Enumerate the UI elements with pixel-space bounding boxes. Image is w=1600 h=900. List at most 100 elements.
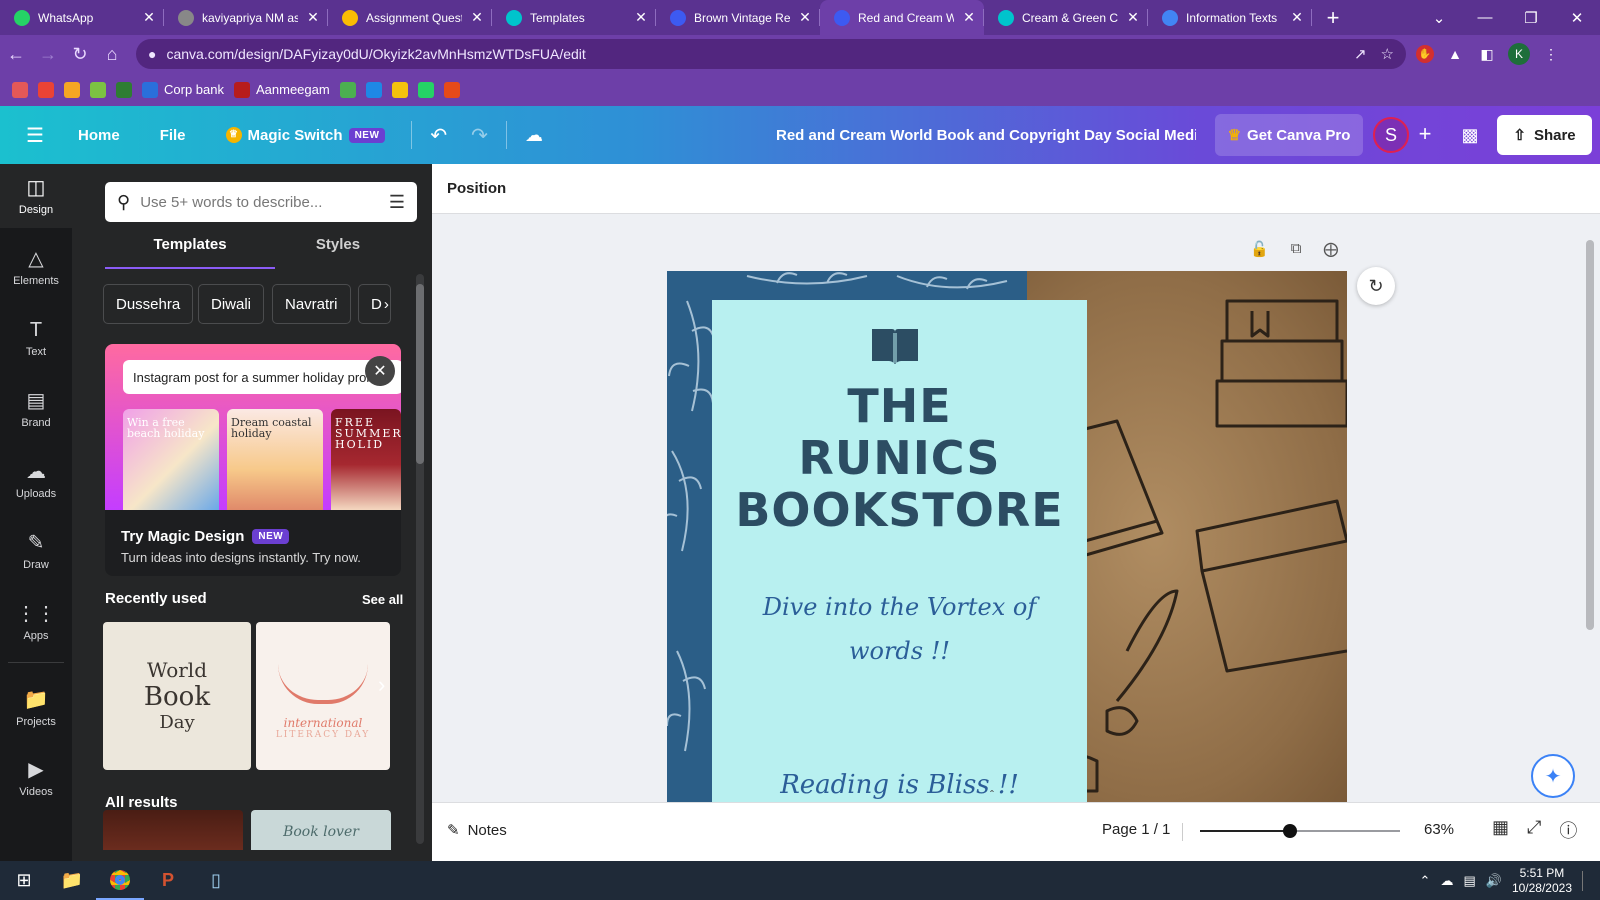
scroll-thumb[interactable] [1586, 240, 1594, 630]
bookmark-item[interactable] [365, 81, 382, 98]
rail-item-draw[interactable]: ✎ Draw [0, 519, 72, 583]
powerpoint-icon[interactable]: P [144, 861, 192, 900]
notifications-icon[interactable] [1582, 870, 1588, 891]
site-info-icon[interactable]: ● [148, 46, 156, 62]
close-tab-icon[interactable]: ✕ [470, 9, 484, 26]
canvas-scrollbar[interactable] [1584, 224, 1594, 794]
notes-button[interactable]: ✎ Notes [447, 821, 507, 840]
bookmark-item[interactable] [12, 81, 28, 98]
get-canva-pro-button[interactable]: ♕ Get Canva Pro [1215, 114, 1363, 156]
chrome-icon[interactable] [96, 861, 144, 900]
bookmark-item[interactable] [391, 81, 408, 98]
close-tab-icon[interactable]: ✕ [306, 9, 320, 26]
browser-tab[interactable]: Information Texts ✕ [1148, 0, 1312, 35]
windows-start-icon[interactable]: ⊞ [0, 861, 48, 900]
volume-icon[interactable]: 🔊 [1486, 873, 1502, 889]
rail-item-videos[interactable]: ▶ Videos [0, 746, 72, 810]
see-all-link[interactable]: See all [362, 592, 403, 607]
close-tab-icon[interactable]: ✕ [634, 9, 648, 26]
headline[interactable]: THE RUNICS BOOKSTORE [712, 380, 1087, 536]
network-icon[interactable]: ▤ [1463, 873, 1475, 889]
browser-tab[interactable]: Assignment Quest ✕ [328, 0, 492, 35]
home-icon[interactable]: ⌂ [96, 44, 128, 65]
close-tab-icon[interactable]: ✕ [1290, 9, 1304, 26]
filter-sliders-icon[interactable]: ☰ [389, 192, 405, 213]
grid-view-icon[interactable]: ▦ [1492, 817, 1509, 843]
bookmark-item[interactable]: Corp bank [142, 81, 224, 98]
result-thumb[interactable]: Book lover [251, 810, 391, 850]
rail-item-text[interactable]: T Text [0, 306, 72, 370]
chip-more[interactable]: D › [358, 284, 391, 324]
cloud-saved-icon[interactable]: ☁ [525, 125, 543, 146]
add-collaborator-icon[interactable]: + [1412, 121, 1438, 147]
bookmark-star-icon[interactable]: ☆ [1381, 45, 1394, 63]
extension-icon[interactable]: ✋ [1416, 45, 1434, 63]
position-button[interactable]: Position [447, 180, 506, 197]
secondary-tagline[interactable]: Reading is Bliss !! [752, 770, 1047, 800]
fullscreen-icon[interactable]: ⤢ [1527, 817, 1541, 843]
scroll-thumb[interactable] [416, 284, 424, 464]
window-close-icon[interactable]: ✕ [1554, 9, 1600, 27]
bookmark-item[interactable]: Aanmeegam [233, 81, 330, 98]
bookmark-item[interactable] [443, 81, 460, 98]
clock[interactable]: 5:51 PM 10/28/2023 [1512, 866, 1572, 896]
close-tab-icon[interactable]: ✕ [1126, 9, 1140, 26]
text-card[interactable]: THE RUNICS BOOKSTORE Dive into the Vorte… [712, 300, 1087, 802]
close-tab-icon[interactable]: ✕ [962, 9, 976, 26]
bookmark-item[interactable] [339, 81, 356, 98]
onedrive-cloud-icon[interactable]: ☁ [1440, 873, 1453, 889]
close-tab-icon[interactable]: ✕ [142, 9, 156, 26]
browser-tab[interactable]: kaviyapriya NM as ✕ [164, 0, 328, 35]
profile-avatar[interactable]: K [1508, 43, 1530, 65]
recent-template-world-book-day[interactable]: World Book Day [103, 622, 251, 770]
chip-dussehra[interactable]: Dussehra [103, 284, 194, 324]
forward-button[interactable]: → [32, 44, 64, 65]
rail-item-elements[interactable]: △ Elements [0, 235, 72, 299]
home-button[interactable]: Home [78, 127, 120, 144]
help-icon[interactable]: ⓘ [1559, 817, 1577, 843]
magic-design-card[interactable]: Instagram post for a summer holiday prom… [105, 344, 401, 576]
sidepanel-icon[interactable]: ◧ [1476, 43, 1498, 65]
restore-icon[interactable]: ❐ [1508, 9, 1554, 27]
bookmark-item[interactable] [64, 81, 80, 98]
browser-tab[interactable]: WhatsApp ✕ [0, 0, 164, 35]
recent-template-literacy-day[interactable]: international LITERACY DAY [256, 622, 390, 770]
close-tab-icon[interactable]: ✕ [798, 9, 812, 26]
rail-item-brand[interactable]: ▤ Brand [0, 377, 72, 441]
zoom-slider[interactable] [1200, 824, 1400, 838]
file-explorer-icon[interactable]: 📁 [48, 861, 96, 900]
rail-item-projects[interactable]: 📁 Projects [0, 676, 72, 740]
template-search-input[interactable]: ⚲ Use 5+ words to describe... ☰ [105, 182, 417, 222]
undo-icon[interactable]: ↶ [430, 123, 447, 148]
bookmark-item[interactable] [38, 81, 54, 98]
browser-tab[interactable]: Red and Cream W ✕ [820, 0, 984, 35]
chip-diwali[interactable]: Diwali [198, 284, 265, 324]
browser-tab[interactable]: Cream & Green Ca ✕ [984, 0, 1148, 35]
duplicate-icon[interactable]: ⧉ [1291, 240, 1302, 258]
tab-templates[interactable]: Templates [105, 236, 275, 253]
share-page-icon[interactable]: ↗ [1354, 45, 1367, 63]
panel-scrollbar[interactable] [416, 274, 424, 844]
page-indicator[interactable]: Page 1 / 1 [1102, 821, 1170, 838]
tab-styles[interactable]: Styles [275, 236, 401, 253]
zoom-slider-handle[interactable] [1283, 824, 1297, 838]
menu-icon[interactable]: ⋮ [1540, 43, 1562, 65]
notepad-icon[interactable]: ▯ [192, 861, 240, 900]
browser-tab[interactable]: Brown Vintage Ret ✕ [656, 0, 820, 35]
rail-item-apps[interactable]: ⋮⋮ Apps [0, 590, 72, 654]
tab-search-chevron-icon[interactable]: ⌄ [1416, 9, 1462, 27]
new-tab-button[interactable]: + [1320, 5, 1346, 31]
puzzle-icon[interactable]: ▲ [1444, 43, 1466, 65]
rail-item-uploads[interactable]: ☁ Uploads [0, 448, 72, 512]
document-title[interactable]: Red and Cream World Book and Copyright D… [776, 106, 1196, 164]
magic-switch-button[interactable]: ♕ Magic Switch NEW [225, 127, 386, 144]
design-page[interactable]: THE RUNICS BOOKSTORE Dive into the Vorte… [667, 271, 1347, 802]
rail-item-design[interactable]: ◫ Design [0, 164, 72, 228]
tagline[interactable]: Dive into the Vortex of words !! [752, 585, 1047, 673]
address-bar[interactable]: ● canva.com/design/DAFyizay0dU/Okyizk2av… [136, 39, 1406, 69]
insights-chart-icon[interactable]: ▩ [1456, 121, 1484, 149]
magic-assistant-sparkle-icon[interactable]: ✦ [1531, 754, 1575, 798]
browser-tab[interactable]: Templates ✕ [492, 0, 656, 35]
rotate-refresh-icon[interactable]: ↻ [1357, 267, 1395, 305]
add-page-icon[interactable]: ⨁ [1323, 240, 1338, 258]
